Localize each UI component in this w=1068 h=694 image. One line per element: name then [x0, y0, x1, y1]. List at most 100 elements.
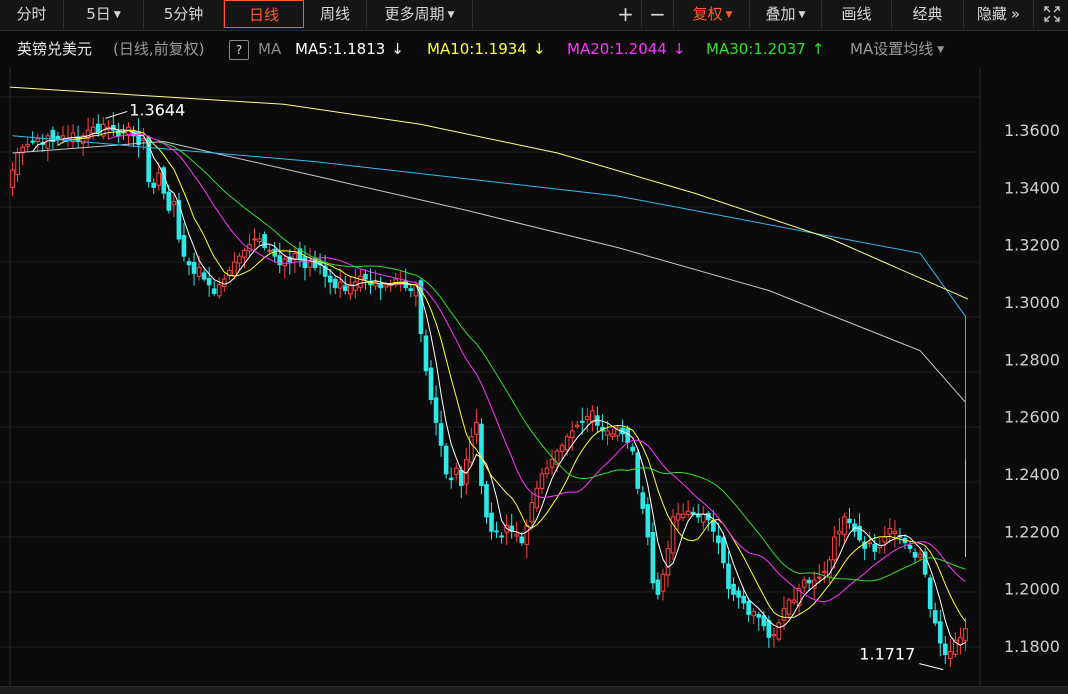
y-tick-label: 1.3400	[1004, 178, 1060, 197]
candle-body	[499, 535, 504, 538]
candle-body	[650, 532, 656, 584]
expand-icon[interactable]	[1036, 0, 1068, 28]
tab-label: 分时	[16, 5, 47, 23]
candle-body	[519, 536, 525, 544]
candle-body	[801, 579, 807, 588]
candle-body	[842, 516, 847, 535]
candle-body	[907, 545, 913, 549]
candle-body	[474, 421, 479, 435]
tab-3[interactable]: 5分钟	[144, 0, 224, 28]
tab-4[interactable]: 日线	[224, 0, 304, 28]
candle-body	[569, 430, 575, 438]
toolbar-button-label: 画线	[841, 5, 872, 23]
symbol-title: 英镑兑美元	[17, 40, 93, 58]
candle-body	[428, 367, 434, 400]
candle-body	[625, 428, 630, 443]
tab-label: 5分钟	[163, 5, 204, 23]
candle-body	[201, 272, 207, 280]
ma-settings-dropdown[interactable]: MA设置均线 ▼	[850, 31, 944, 68]
candle-body	[408, 288, 414, 292]
ma-value-text: MA10:1.1934	[427, 40, 527, 58]
candle-body	[332, 278, 338, 289]
toolbar-button-3[interactable]: 画线	[822, 0, 892, 28]
period-toolbar: 分时 5日 ▼ 5分钟 日线 周线 更多周期 ▼ + − 复权 ▼ 叠加 ▼ 画线 经典 隐藏»	[0, 0, 1068, 31]
candle-body	[171, 201, 177, 206]
tab-5[interactable]: 周线	[304, 0, 367, 28]
candle-body	[837, 530, 842, 535]
candlestick-chart[interactable]: 1.3600 1.3400 1.3200 1.3000 1.2800 1.2600 1.24…	[0, 67, 1068, 686]
ma-label[interactable]: MA	[258, 31, 281, 67]
candle-body	[640, 492, 646, 509]
ma-value-text: MA30:1.2037	[706, 40, 806, 58]
candle-body	[766, 620, 772, 638]
candle-body	[191, 261, 197, 274]
candle-body	[55, 135, 61, 140]
candle-body	[151, 182, 157, 188]
candle-body	[574, 424, 580, 428]
zoom-in-button[interactable]: +	[610, 0, 642, 28]
toolbar-button-1[interactable]: 复权 ▼	[676, 0, 750, 28]
candle-body	[605, 430, 610, 436]
candle-body	[166, 191, 172, 211]
candle-body	[443, 445, 449, 475]
tab-1[interactable]: 分时	[0, 0, 64, 28]
candle-body	[423, 335, 429, 372]
candle-body	[927, 577, 933, 610]
candle-body	[544, 467, 550, 475]
tab-2[interactable]: 5日 ▼	[64, 0, 144, 28]
candle-body	[257, 238, 262, 243]
candle-body	[25, 143, 30, 147]
candle-body	[529, 502, 535, 523]
toolbar-button-label: 隐藏	[976, 5, 1007, 23]
candle-body	[378, 283, 383, 289]
ma10-line	[57, 129, 966, 622]
candle-body	[363, 273, 368, 280]
candle-body	[15, 152, 20, 176]
candle-body	[958, 636, 963, 645]
candle-body	[711, 520, 716, 532]
candle-body	[267, 249, 272, 252]
help-icon[interactable]: ?	[229, 40, 249, 60]
y-tick-label: 1.2800	[1004, 350, 1060, 369]
ma-value-ma5: MA5:1.1813 ↓	[295, 31, 404, 67]
y-tick-label: 1.3000	[1004, 293, 1060, 312]
candle-body	[448, 477, 454, 481]
candle-body	[186, 261, 192, 266]
chevron-down-icon: ▼	[937, 45, 945, 55]
candle-body	[307, 261, 313, 268]
candle-body	[95, 123, 101, 134]
toolbar-button-4[interactable]: 经典	[892, 0, 964, 28]
ma-value-text: MA20:1.2044	[567, 40, 667, 58]
toolbar-button-label: 复权	[692, 5, 723, 23]
tab-6[interactable]: 更多周期 ▼	[367, 0, 473, 28]
chart-mode: (日线,前复权)	[113, 40, 205, 58]
y-tick-label: 1.2600	[1004, 408, 1060, 427]
tab-label: 5日	[86, 5, 111, 23]
candle-body	[136, 131, 141, 145]
ma-value-ma10: MA10:1.1934 ↓	[427, 31, 545, 67]
chevron-down-icon: ▼	[113, 10, 121, 20]
candle-body	[872, 543, 878, 552]
zoom-out-button[interactable]: −	[642, 0, 674, 28]
candle-body	[761, 615, 767, 627]
candle-body	[736, 590, 741, 598]
ma5-line	[32, 127, 966, 646]
candle-body	[675, 513, 681, 521]
toolbar-button-2[interactable]: 叠加 ▼	[750, 0, 822, 28]
y-tick-label: 1.2400	[1004, 465, 1060, 484]
candle-body	[30, 140, 36, 143]
candle-body	[847, 518, 852, 524]
candle-body	[832, 536, 837, 561]
candle-body	[806, 579, 812, 584]
candle-body	[111, 124, 116, 131]
trend-arrow-icon: ↑	[811, 40, 825, 58]
candle-body	[579, 420, 585, 423]
annotation-arrow	[919, 663, 944, 671]
annotation-arrow	[105, 110, 128, 119]
candle-body	[660, 573, 666, 592]
candle-body	[751, 610, 757, 617]
candle-body	[610, 433, 615, 438]
candle-body	[645, 504, 651, 538]
candle-body	[348, 284, 353, 295]
toolbar-button-5[interactable]: 隐藏»	[964, 0, 1034, 28]
